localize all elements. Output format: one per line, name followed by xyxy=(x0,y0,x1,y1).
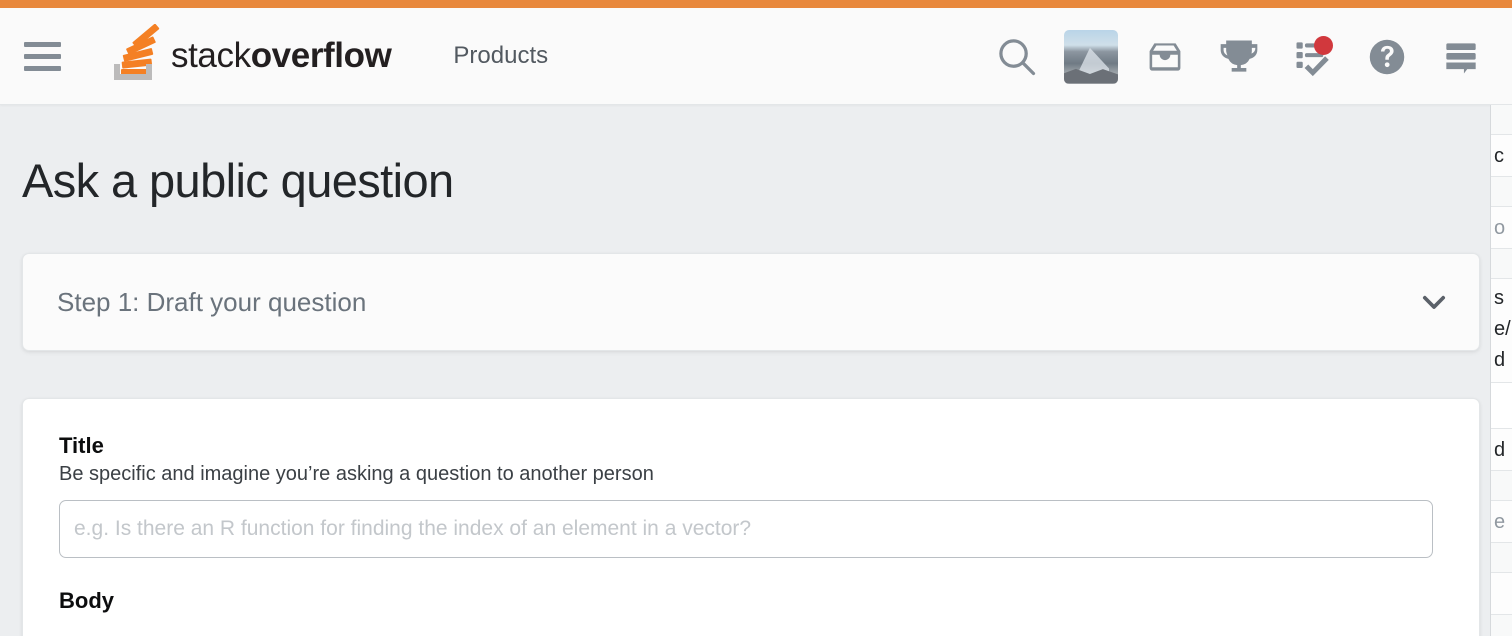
hamburger-line xyxy=(24,53,61,59)
page-title: Ask a public question xyxy=(22,154,454,207)
hamburger-menu-icon[interactable] xyxy=(20,33,66,79)
help-question-icon[interactable] xyxy=(1350,22,1424,92)
review-queue-icon[interactable] xyxy=(1276,22,1350,92)
title-field-label: Title xyxy=(59,433,104,458)
sidebar-fragment-block: s e/ d xyxy=(1491,279,1512,383)
sidebar-fragment xyxy=(1491,177,1512,207)
stack-overflow-logo-text: stackoverflow xyxy=(171,36,392,76)
avatar[interactable] xyxy=(1054,22,1128,92)
question-form-card: Title Be specific and imagine you’re ask… xyxy=(22,398,1480,636)
sidebar-fragment: o xyxy=(1491,207,1512,249)
sidebar-fragment: s xyxy=(1494,287,1504,309)
title-input[interactable] xyxy=(59,500,1433,558)
review-notification-badge xyxy=(1314,35,1333,55)
sidebar-fragment: e xyxy=(1491,501,1512,543)
search-icon[interactable] xyxy=(980,22,1054,92)
sidebar-fragment xyxy=(1491,471,1512,501)
title-field-help: Be specific and imagine you’re asking a … xyxy=(59,463,654,485)
stack-overflow-logo-icon xyxy=(104,23,162,88)
site-switcher-icon[interactable] xyxy=(1424,22,1498,92)
sidebar-fragment xyxy=(1491,249,1512,279)
achievements-trophy-icon[interactable] xyxy=(1202,22,1276,92)
sidebar-fragment xyxy=(1491,573,1512,615)
body-field-label: Body xyxy=(59,588,114,613)
chevron-down-icon[interactable] xyxy=(1417,285,1451,319)
sidebar-fragment: d xyxy=(1491,429,1512,471)
sidebar-fragment xyxy=(1491,615,1512,636)
hamburger-line xyxy=(24,65,61,71)
page-body: Ask a public question Step 1: Draft your… xyxy=(0,105,1512,636)
top-accent-bar xyxy=(0,0,1512,8)
nav-products[interactable]: Products xyxy=(453,42,548,70)
sidebar-fragment: e/ xyxy=(1494,318,1511,340)
sidebar-fragment xyxy=(1491,543,1512,573)
sidebar-fragment: d xyxy=(1494,349,1506,371)
main-content: Ask a public question Step 1: Draft your… xyxy=(0,153,1512,636)
inbox-icon[interactable] xyxy=(1128,22,1202,92)
hamburger-line xyxy=(24,41,61,47)
step-1-title: Step 1: Draft your question xyxy=(57,286,367,317)
step-1-panel[interactable]: Step 1: Draft your question xyxy=(22,253,1480,351)
sidebar-fragment: c xyxy=(1491,135,1512,177)
sidebar-fragment xyxy=(1491,105,1512,135)
site-header: stackoverflow Products xyxy=(0,8,1512,105)
sidebar-fragment xyxy=(1491,383,1512,429)
stack-overflow-logo[interactable]: stackoverflow xyxy=(104,23,392,88)
logo-text-light: stack xyxy=(171,36,251,75)
logo-text-bold: overflow xyxy=(250,36,392,75)
header-icon-group xyxy=(980,8,1498,105)
right-sidebar-clipped: c o s e/ d d e xyxy=(1490,105,1512,636)
avatar-image xyxy=(1064,29,1118,84)
